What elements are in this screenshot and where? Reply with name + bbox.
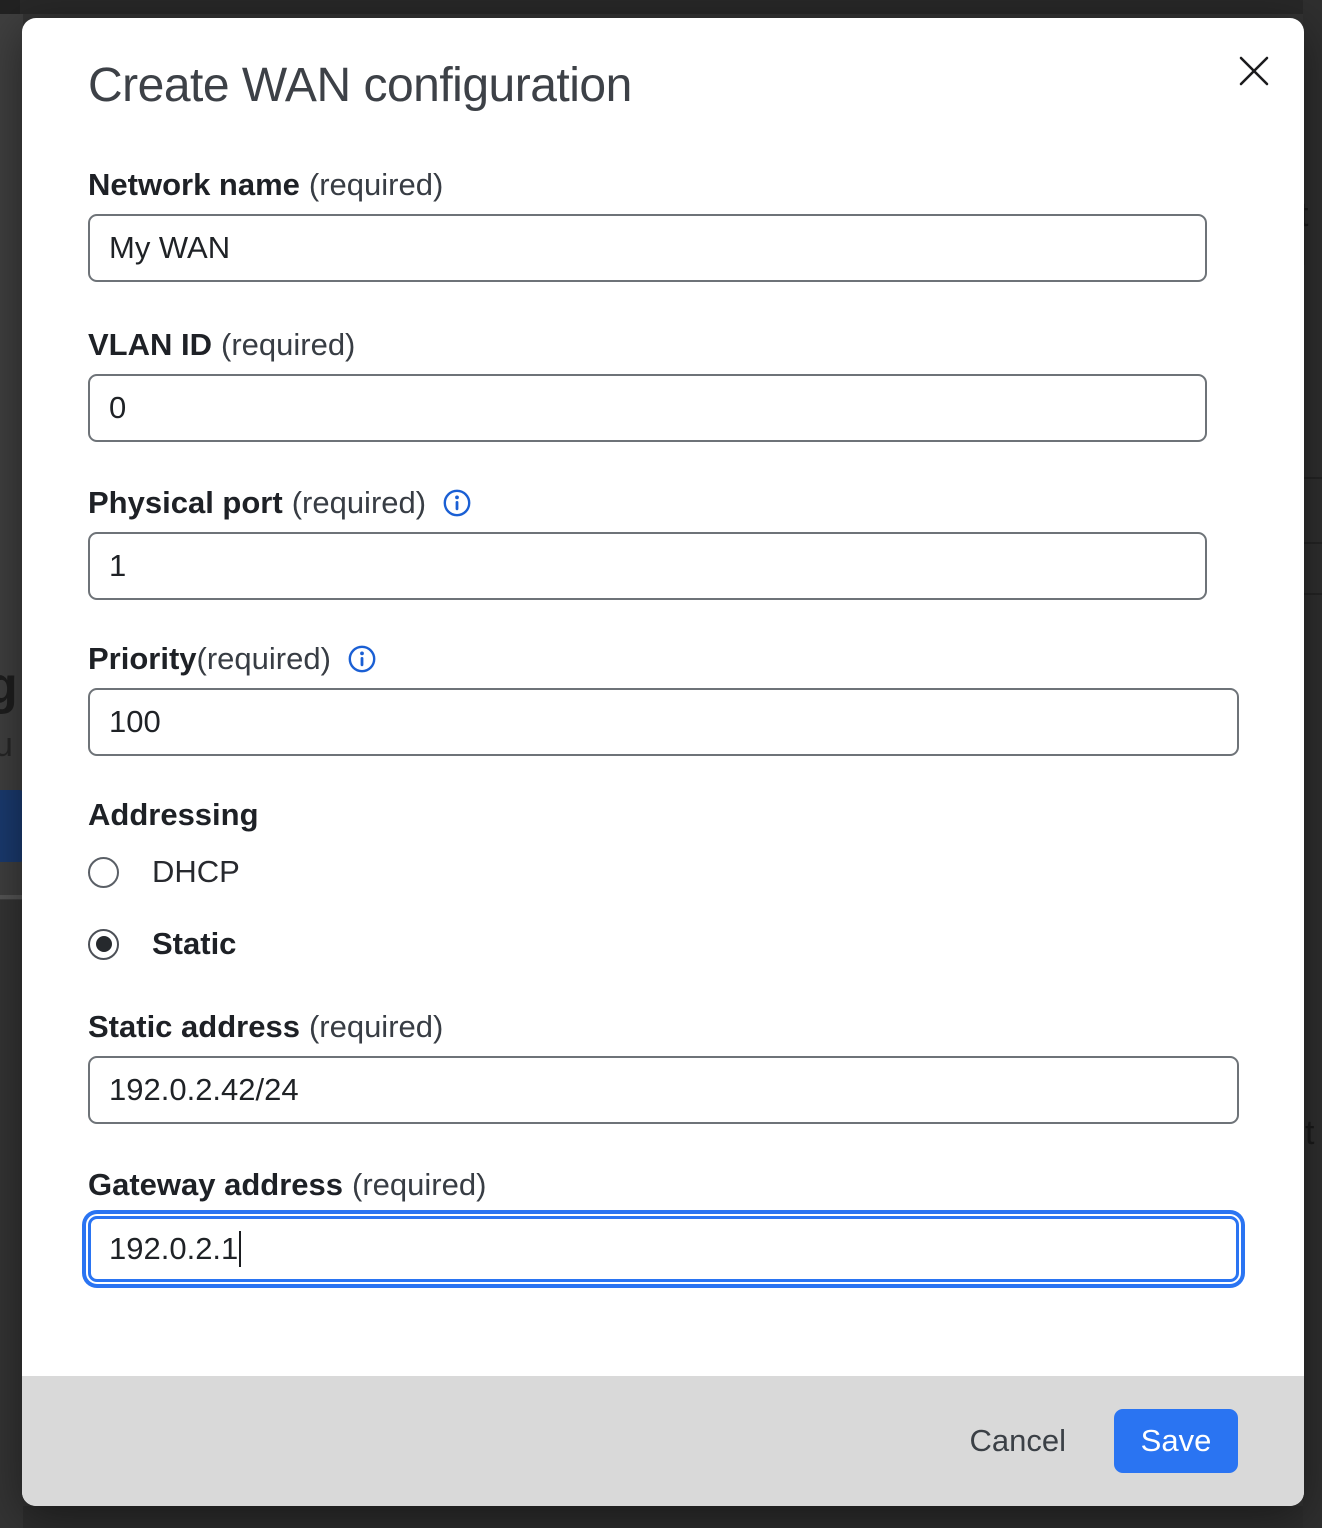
background-text-fragment: t: [1305, 1114, 1314, 1153]
required-marker: (required): [352, 1166, 486, 1204]
backdrop-right-line: [1303, 593, 1322, 595]
create-wan-configuration-dialog: Create WAN configuration Network name (r…: [22, 18, 1304, 1506]
priority-value: 100: [109, 704, 161, 740]
required-marker: (required): [309, 1008, 443, 1046]
required-marker: (required): [197, 640, 331, 678]
vlan-id-value: 0: [109, 390, 126, 426]
vlan-id-input[interactable]: 0: [88, 374, 1207, 442]
save-button[interactable]: Save: [1114, 1409, 1238, 1473]
dialog-footer: Cancel Save: [22, 1376, 1304, 1506]
backdrop-left-divider: [0, 895, 23, 899]
backdrop-bottom-strip: [23, 1506, 1303, 1528]
backdrop-right-line: [1303, 542, 1322, 544]
priority-label: Priority: [88, 640, 197, 678]
static-option-label: Static: [152, 926, 236, 962]
field-network-name: Network name (required) My WAN: [88, 166, 1304, 282]
network-name-input[interactable]: My WAN: [88, 214, 1207, 282]
priority-input[interactable]: 100: [88, 688, 1239, 756]
cancel-button[interactable]: Cancel: [970, 1423, 1067, 1459]
gateway-address-input[interactable]: 192.0.2.1: [88, 1216, 1239, 1282]
network-name-value: My WAN: [109, 230, 230, 266]
field-gateway-address: Gateway address (required) 192.0.2.1: [88, 1166, 1304, 1282]
field-vlan-id: VLAN ID (required) 0: [88, 326, 1304, 442]
gateway-address-label: Gateway address: [88, 1166, 343, 1204]
required-marker: (required): [292, 484, 426, 522]
info-icon[interactable]: [347, 644, 377, 674]
static-address-input[interactable]: 192.0.2.42/24: [88, 1056, 1239, 1124]
field-priority: Priority (required) 100: [88, 640, 1304, 756]
field-static-address: Static address (required) 192.0.2.42/24: [88, 1008, 1304, 1124]
close-icon: [1237, 54, 1271, 88]
radio-unselected-icon[interactable]: [88, 857, 119, 888]
backdrop-left-strip: [0, 14, 23, 900]
backdrop-top-band: [0, 0, 1322, 14]
radio-selected-icon[interactable]: [88, 929, 119, 960]
addressing-heading: Addressing: [88, 796, 1304, 834]
physical-port-input[interactable]: 1: [88, 532, 1207, 600]
dialog-title: Create WAN configuration: [88, 18, 1304, 114]
background-text-fragment: u: [0, 726, 13, 765]
required-marker: (required): [309, 166, 443, 204]
addressing-option-static[interactable]: Static: [88, 928, 1304, 960]
dhcp-option-label: DHCP: [152, 854, 240, 890]
addressing-option-dhcp[interactable]: DHCP: [88, 856, 1304, 888]
info-icon[interactable]: [442, 488, 472, 518]
vlan-id-label: VLAN ID: [88, 326, 212, 364]
backdrop-right-line: [1303, 477, 1322, 479]
static-address-value: 192.0.2.42/24: [109, 1072, 299, 1108]
gateway-address-value: 192.0.2.1: [109, 1231, 238, 1267]
network-name-label: Network name: [88, 166, 300, 204]
static-address-label: Static address: [88, 1008, 300, 1046]
text-cursor: [239, 1231, 241, 1267]
field-physical-port: Physical port (required) 1: [88, 484, 1304, 600]
physical-port-label: Physical port: [88, 484, 283, 522]
required-marker: (required): [221, 326, 355, 364]
backdrop-left-strip-lower: [0, 900, 23, 1528]
physical-port-value: 1: [109, 548, 126, 584]
close-button[interactable]: [1234, 51, 1274, 91]
background-text-fragment: g: [0, 656, 18, 716]
